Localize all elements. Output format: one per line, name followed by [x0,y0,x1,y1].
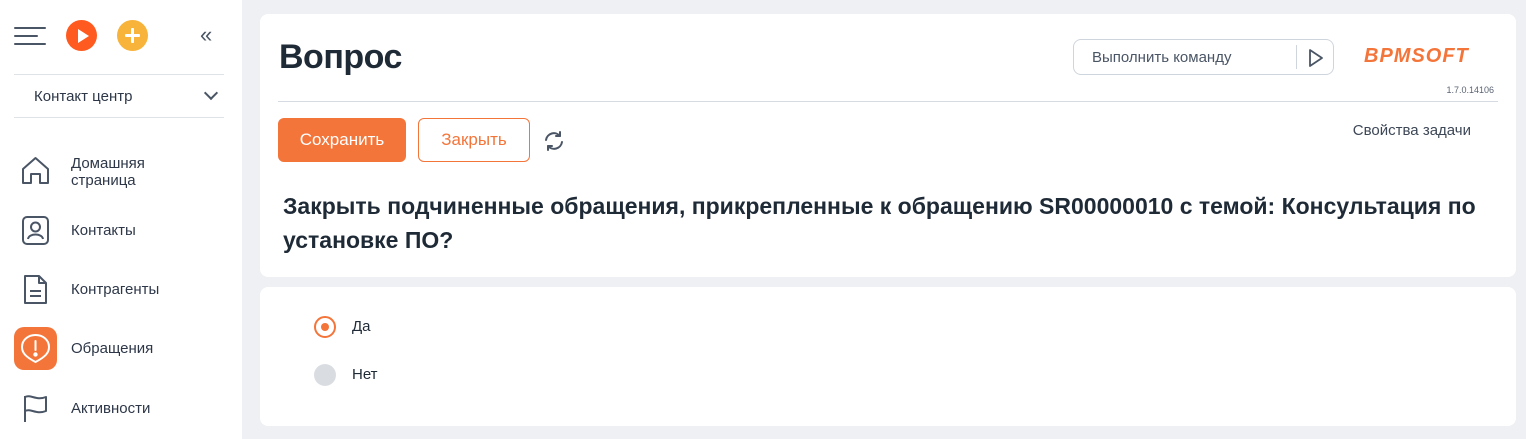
option-label: Да [352,318,371,335]
divider [1296,45,1297,69]
command-line [1073,39,1334,75]
radio-unselected[interactable] [314,364,336,386]
add-button[interactable] [117,20,148,51]
sidebar-item-label: Контакты [71,222,136,239]
collapse-sidebar-icon[interactable]: « [200,24,222,46]
sidebar-item-home[interactable]: Домашняя страница [14,149,234,193]
refresh-icon[interactable] [542,129,566,153]
home-icon [14,149,57,192]
sidebar-top-bar: « [14,16,228,56]
workplace-label: Контакт центр [34,88,133,105]
question-text: Закрыть подчиненные обращения, прикрепле… [283,193,1476,253]
sidebar-item-activities[interactable]: Активности [14,387,234,431]
sidebar-item-label: Домашняя страница [71,155,145,189]
run-command-icon[interactable] [1302,45,1328,71]
document-icon [14,268,57,311]
flag-icon [14,387,57,430]
sidebar-item-label: Обращения [71,340,154,357]
contact-icon [14,209,57,252]
command-input[interactable] [1074,40,1294,74]
sidebar-item-contacts[interactable]: Контакты [14,209,234,253]
page-title: Вопрос [279,38,402,76]
sidebar-item-label: Контрагенты [71,281,160,298]
answer-options: Да Нет [260,287,1516,426]
divider [14,117,224,118]
divider [278,101,1498,102]
workplace-select[interactable]: Контакт центр [14,76,224,116]
sidebar-item-cases[interactable]: Обращения [14,327,234,371]
menu-icon[interactable] [14,25,46,47]
sidebar-item-accounts[interactable]: Контрагенты [14,268,234,312]
divider [14,74,224,75]
task-properties-link[interactable]: Свойства задачи [1353,122,1471,139]
case-alert-icon [14,327,57,370]
page-header: Вопрос BPMSOFT 1.7.0.14106 Сохранить Зак… [260,14,1516,277]
radio-selected[interactable] [314,316,336,338]
save-button[interactable]: Сохранить [278,118,406,162]
logo-text: BPMSOFT [1364,45,1470,66]
option-label: Нет [352,366,378,383]
run-process-button[interactable] [66,20,97,51]
chevron-down-icon [203,85,219,101]
version-label: 1.7.0.14106 [1446,85,1494,95]
sidebar-item-label: Активности [71,400,151,417]
close-button[interactable]: Закрыть [418,118,530,162]
bpmsoft-logo: BPMSOFT [1364,45,1470,66]
sidebar: « Контакт центр Домашняя страница Контак… [0,0,242,439]
